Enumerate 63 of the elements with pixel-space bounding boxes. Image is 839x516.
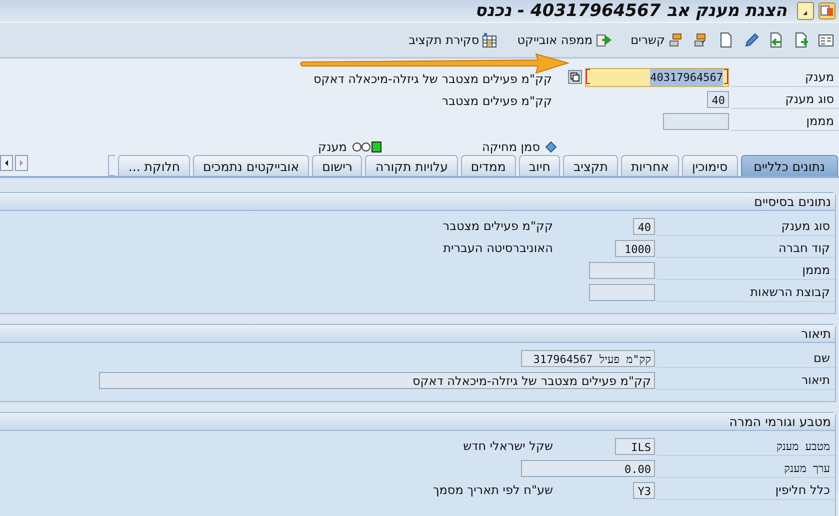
input-field[interactable]: Y3 xyxy=(633,482,655,498)
field-label: מטבע מענק xyxy=(657,436,835,456)
export-icon xyxy=(596,32,612,48)
description-text: שקל ישראלי חדש xyxy=(463,439,554,453)
section-title: נתונים בסיסיים xyxy=(0,193,835,211)
field-label: קבוצת הרשאות xyxy=(657,282,835,302)
diamond-icon xyxy=(545,141,557,153)
input-field[interactable] xyxy=(589,284,655,300)
tab[interactable]: ממדים xyxy=(460,155,516,176)
field-label: תיאור xyxy=(657,370,835,390)
input-field[interactable] xyxy=(589,262,655,278)
input-field[interactable]: 0.00 xyxy=(521,460,655,476)
list-icon[interactable] xyxy=(818,32,834,48)
indicator-label: מענק xyxy=(318,140,347,154)
toolbar-button[interactable]: ממפה אובייקט xyxy=(516,32,613,48)
field-label: קוד חברה xyxy=(657,238,835,258)
input-field[interactable]: 40317964567 xyxy=(585,68,729,86)
toolbar-button[interactable]: סקירת תקציב xyxy=(408,32,500,48)
tab[interactable]: נתונים כלליים xyxy=(740,155,838,176)
scroll-left-icon[interactable] xyxy=(0,155,13,171)
input-field[interactable]: ILS xyxy=(615,438,655,454)
indicator-label: סמן מחיקה xyxy=(482,140,540,154)
window-menu-icon[interactable] xyxy=(818,2,836,20)
field-label: מממן xyxy=(657,260,835,280)
section-title: תיאור xyxy=(0,325,835,343)
tab[interactable]: תקציב xyxy=(563,155,618,176)
input-field[interactable]: קק"מ פעילים מצטבר של גיזלה-מיכאלה דאקס xyxy=(99,372,655,388)
field-label: כלל חליפין xyxy=(657,480,835,500)
description-text: האוניברסיטה העברית xyxy=(443,241,554,255)
field-label: שם xyxy=(657,348,835,368)
field-label: מענק xyxy=(731,68,839,86)
description-text: קק"מ פעילים מצטבר של גיזלה-מיכאלה דאקס xyxy=(313,71,553,86)
description-text: שע"ח לפי תאריך מסמך xyxy=(432,483,554,497)
tab[interactable]: רישום xyxy=(312,155,362,176)
tab[interactable]: חלוקת ... xyxy=(118,155,190,176)
tab[interactable]: עלויות תקורה xyxy=(365,155,458,176)
page-back-icon[interactable] xyxy=(768,32,784,48)
input-field[interactable]: 1000 xyxy=(615,240,655,256)
section-title: מטבע וגורמי המרה xyxy=(0,413,835,431)
field-label: סוג מענק xyxy=(657,216,835,236)
copy-icon[interactable] xyxy=(568,70,582,84)
field-label: מממן xyxy=(731,112,839,130)
grid-icon xyxy=(482,32,498,48)
input-field[interactable]: קק"מ פעיל 317964567 xyxy=(521,350,655,366)
description-text: קק"מ פעילים מצטבר xyxy=(442,219,554,233)
input-field[interactable]: 40 xyxy=(707,90,729,108)
status-lights-icon xyxy=(352,141,382,153)
toolbar-button[interactable]: קשרים xyxy=(630,32,685,48)
page-forward-icon[interactable] xyxy=(793,32,809,48)
description-text: קק"מ פעילים מצטבר xyxy=(442,93,553,108)
pencil-icon[interactable] xyxy=(743,32,759,48)
input-field[interactable] xyxy=(663,112,729,130)
field-label: ערך מענק xyxy=(657,458,835,478)
tab[interactable]: חיוב xyxy=(518,155,560,176)
tab[interactable]: אובייקטים נתמכים xyxy=(193,155,310,176)
input-field[interactable]: 40 xyxy=(633,218,655,234)
tab[interactable]: סימוכין xyxy=(682,155,738,176)
window-title: הצגת מענק אב 40317964567 - נכנס xyxy=(475,1,787,21)
field-label: סוג מענק xyxy=(731,90,839,108)
dropdown-icon[interactable] xyxy=(797,2,814,20)
relations-icon xyxy=(668,32,684,48)
tab[interactable]: אחריות xyxy=(620,155,679,176)
page-icon[interactable] xyxy=(718,32,734,48)
